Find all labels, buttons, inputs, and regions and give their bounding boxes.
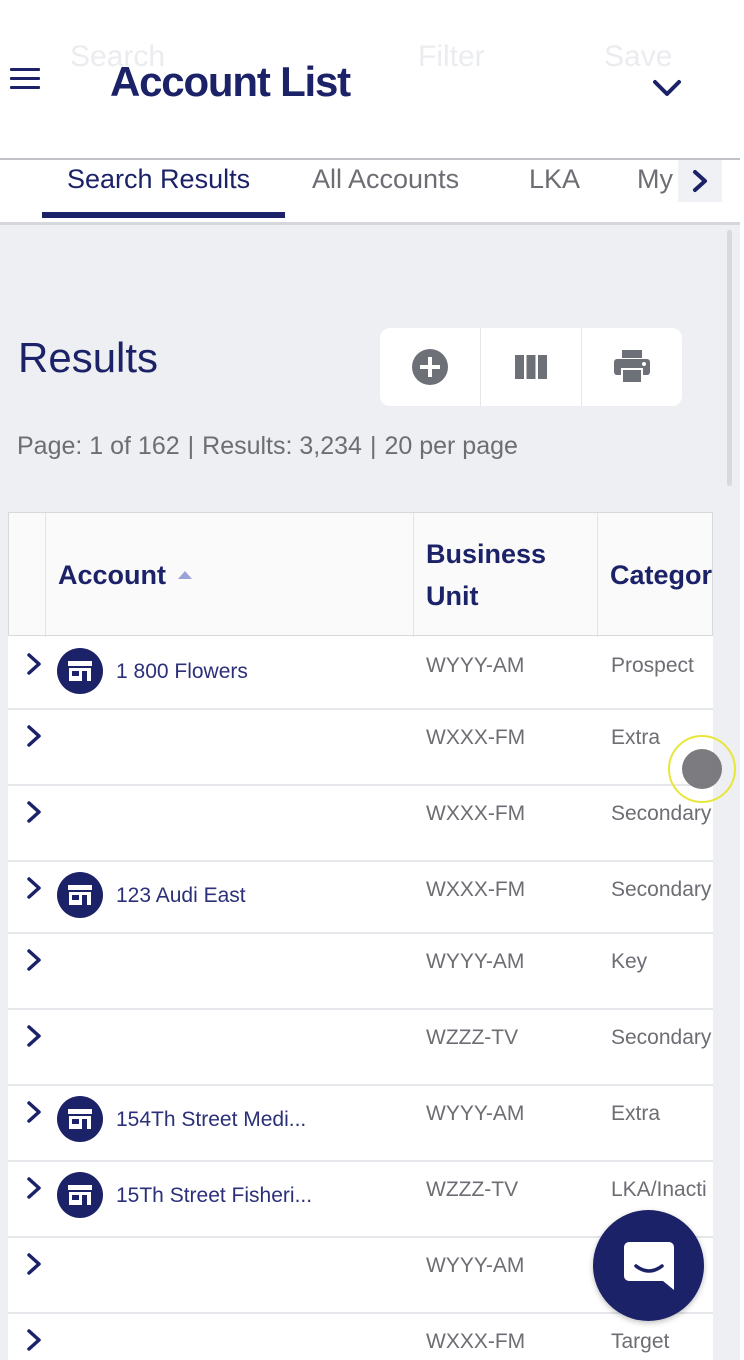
ghost-filter-text: Filter xyxy=(418,40,485,73)
chevron-right-icon xyxy=(693,170,707,192)
account-name[interactable]: 123 Audi East xyxy=(116,884,246,908)
account-column-header[interactable]: Account xyxy=(45,513,413,637)
table-row[interactable]: WXXX-FM Secondary xyxy=(8,786,713,862)
tab-all-accounts[interactable]: All Accounts xyxy=(312,164,459,195)
store-icon xyxy=(57,1096,103,1142)
per-page[interactable]: 20 per page xyxy=(384,432,517,460)
business-unit-cell: WXXX-FM xyxy=(426,726,526,749)
business-unit-column-header[interactable]: Business Unit xyxy=(413,513,597,637)
tab-my[interactable]: My xyxy=(637,164,673,195)
page-title: Account List xyxy=(110,58,351,105)
business-unit-header-line2: Unit xyxy=(426,581,479,611)
separator: | xyxy=(369,432,377,460)
category-cell: Prospect xyxy=(611,654,694,677)
touch-indicator xyxy=(668,735,736,803)
chevron-right-icon[interactable] xyxy=(22,1024,46,1048)
chevron-down-icon[interactable] xyxy=(650,72,684,106)
results-heading: Results xyxy=(18,334,159,381)
category-cell: Secondary xyxy=(611,802,712,825)
page-info: Page: 1 of 162 xyxy=(17,432,180,460)
category-cell: LKA/Inacti xyxy=(611,1178,707,1201)
category-cell: Secondary xyxy=(611,878,712,901)
category-header-label: Categor xyxy=(610,559,713,590)
results-count: Results: 3,234 xyxy=(202,432,362,460)
separator: | xyxy=(187,432,195,460)
scrollbar[interactable] xyxy=(727,230,732,486)
category-cell: Key xyxy=(611,950,648,973)
tab-bar: Search Results All Accounts LKA My xyxy=(0,160,740,225)
table-header: Account Business Unit Categor xyxy=(8,512,713,637)
add-button[interactable] xyxy=(380,328,481,406)
chevron-right-icon[interactable] xyxy=(22,1328,46,1352)
category-cell: Secondary xyxy=(611,1026,712,1049)
print-button[interactable] xyxy=(582,328,682,406)
table-row[interactable]: WZZZ-TV Secondary xyxy=(8,1010,713,1086)
table-row[interactable]: 1 800 Flowers WYYY-AM Prospect xyxy=(8,638,713,710)
menu-icon[interactable] xyxy=(10,68,40,92)
app-header: Search Filter Save Account List xyxy=(0,0,740,160)
tab-search-results[interactable]: Search Results xyxy=(67,164,250,195)
chevron-right-icon[interactable] xyxy=(22,876,46,900)
chevron-right-icon[interactable] xyxy=(22,1176,46,1200)
business-unit-cell: WZZZ-TV xyxy=(426,1026,519,1049)
chat-icon xyxy=(623,1241,674,1290)
business-unit-cell: WXXX-FM xyxy=(426,802,526,825)
account-name[interactable]: 1 800 Flowers xyxy=(116,660,248,684)
columns-icon xyxy=(515,355,547,379)
account-header-label: Account xyxy=(58,559,166,590)
chevron-right-icon[interactable] xyxy=(22,948,46,972)
chat-button[interactable] xyxy=(593,1210,704,1321)
chevron-right-icon[interactable] xyxy=(22,800,46,824)
category-column-header[interactable]: Categor xyxy=(597,513,713,637)
results-meta: Page: 1 of 162 | Results: 3,234 | 20 per pag… xyxy=(17,432,518,461)
columns-button[interactable] xyxy=(481,328,582,406)
table-row[interactable]: WYYY-AM Key xyxy=(8,934,713,1010)
page-edge xyxy=(740,0,744,1360)
sort-ascending-icon xyxy=(178,571,192,579)
business-unit-cell: WYYY-AM xyxy=(426,1102,525,1125)
tab-lka[interactable]: LKA xyxy=(529,164,580,195)
account-name[interactable]: 15Th Street Fisheri... xyxy=(116,1184,312,1208)
table-row[interactable]: WXXX-FM Extra xyxy=(8,710,713,786)
business-unit-header-line1: Business xyxy=(426,539,547,569)
account-name[interactable]: 154Th Street Medi... xyxy=(116,1108,306,1132)
table-row[interactable]: 123 Audi East WXXX-FM Secondary xyxy=(8,862,713,934)
business-unit-cell: WYYY-AM xyxy=(426,950,525,973)
add-icon xyxy=(412,349,448,385)
table-row[interactable]: WXXX-FM Target xyxy=(8,1314,713,1360)
chevron-right-icon[interactable] xyxy=(22,1252,46,1276)
store-icon xyxy=(57,648,103,694)
store-icon xyxy=(57,872,103,918)
ghost-save-text: Save xyxy=(604,40,673,73)
store-icon xyxy=(57,1172,103,1218)
category-cell: Extra xyxy=(611,1102,661,1125)
chevron-right-icon[interactable] xyxy=(22,1100,46,1124)
active-tab-indicator xyxy=(42,212,285,218)
business-unit-cell: WYYY-AM xyxy=(426,1254,525,1277)
expand-column-header xyxy=(9,513,45,637)
chevron-right-icon[interactable] xyxy=(22,724,46,748)
table-row[interactable]: 154Th Street Medi... WYYY-AM Extra xyxy=(8,1086,713,1162)
business-unit-cell: WZZZ-TV xyxy=(426,1178,519,1201)
business-unit-cell: WXXX-FM xyxy=(426,1330,526,1353)
category-cell: Target xyxy=(611,1330,670,1353)
results-toolbar xyxy=(380,328,682,406)
business-unit-cell: WYYY-AM xyxy=(426,654,525,677)
tab-scroll-right-button[interactable] xyxy=(678,160,722,202)
business-unit-cell: WXXX-FM xyxy=(426,878,526,901)
chevron-right-icon[interactable] xyxy=(22,652,46,676)
print-icon xyxy=(614,350,650,384)
